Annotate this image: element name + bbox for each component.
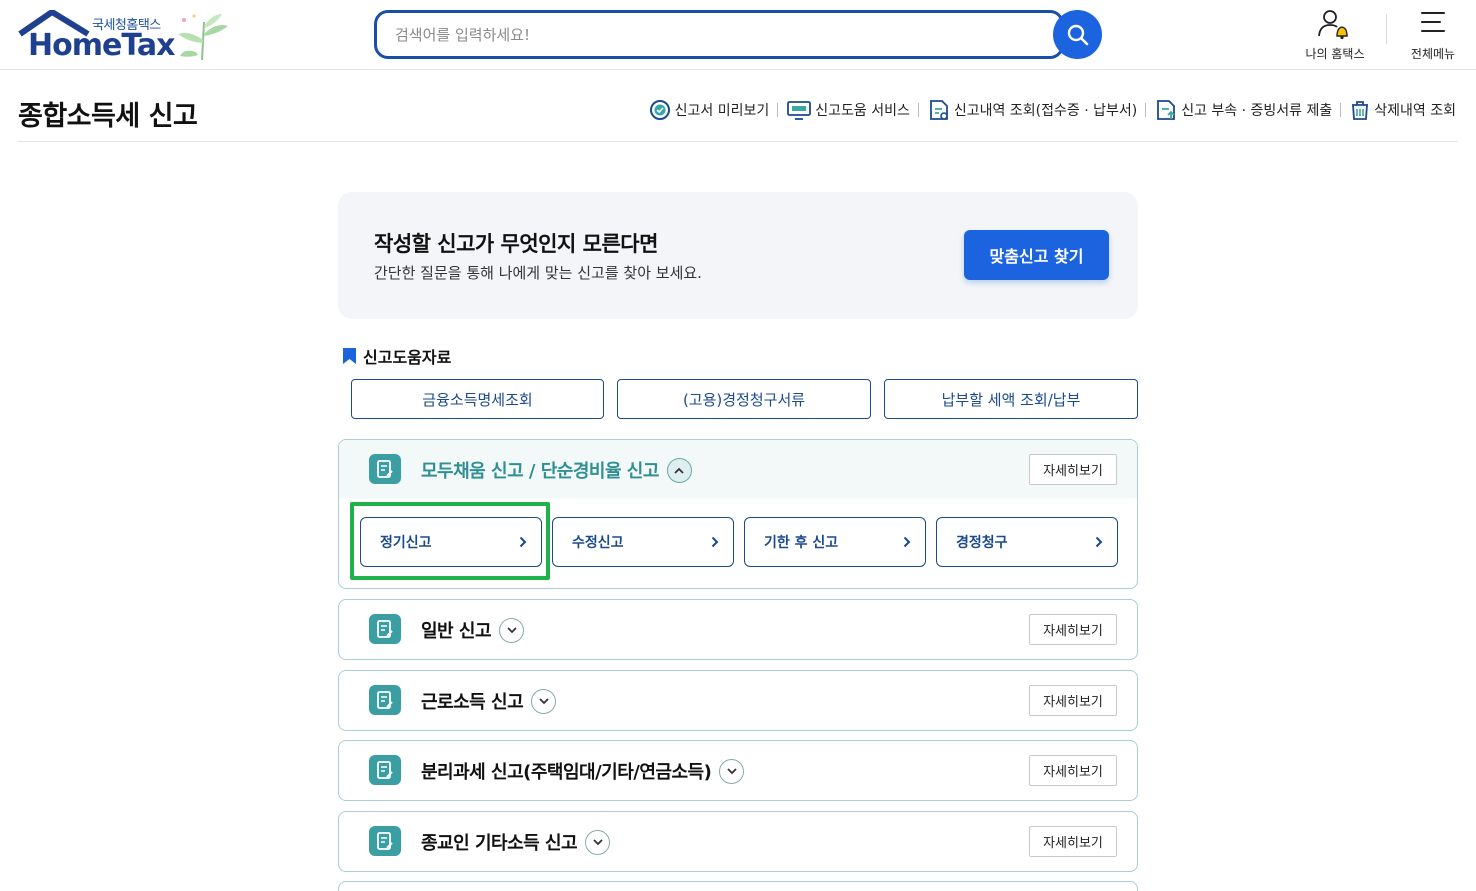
- all-menu-label: 전체메뉴: [1410, 47, 1456, 61]
- bookmark-icon: [343, 348, 356, 364]
- correction-claim-button[interactable]: 경정청구: [936, 517, 1118, 567]
- check-circle-icon: [649, 100, 670, 120]
- section-simple-filing: 모두채움 신고 / 단순경비율 신고 자세히보기 정기신고 수정신고 기한 후 …: [338, 439, 1138, 589]
- hometax-logo[interactable]: 국세청홈택스 HomeTax: [18, 10, 233, 63]
- top-header: 국세청홈택스 HomeTax 나의 홈택스: [0, 0, 1476, 70]
- search-button[interactable]: [1053, 10, 1102, 59]
- section-title-text: 종교인 기타소득 신고: [421, 833, 578, 854]
- search-bar: [374, 10, 1104, 59]
- section-title: 일반 신고: [421, 617, 525, 643]
- quick-link-preview[interactable]: 신고서 미리보기: [648, 98, 770, 122]
- quick-link-label: 신고서 미리보기: [674, 103, 770, 119]
- amended-filing-button[interactable]: 수정신고: [552, 517, 734, 567]
- document-pen-icon: [369, 685, 401, 715]
- sub-button-label: 수정신고: [572, 535, 624, 551]
- trash-icon: [1352, 101, 1369, 120]
- quick-links: 신고서 미리보기 신고도움 서비스 신고내역 조회(접수증 · 납부서) 신고 …: [648, 98, 1456, 122]
- financial-income-lookup-button[interactable]: 금융소득명세조회: [351, 379, 604, 419]
- divider: [917, 103, 919, 117]
- quick-link-history[interactable]: 신고내역 조회(접수증 · 납부서): [927, 98, 1137, 122]
- help-materials-title: 신고도움자료: [342, 344, 451, 368]
- divider: [1145, 103, 1147, 117]
- chevron-right-icon: [1095, 536, 1103, 548]
- chevron-down-icon[interactable]: [719, 758, 745, 784]
- section-title-text: 분리과세 신고(주택임대/기타/연금소득): [421, 762, 712, 783]
- section-title: 근로소득 신고: [421, 688, 557, 714]
- chevron-up-icon[interactable]: [666, 457, 692, 483]
- header-divider: [1386, 14, 1387, 44]
- view-details-button[interactable]: 자세히보기: [1029, 614, 1117, 645]
- section-separate-taxation[interactable]: 분리과세 신고(주택임대/기타/연금소득) 자세히보기: [338, 740, 1138, 801]
- title-divider: [18, 141, 1458, 142]
- divider: [1340, 103, 1342, 117]
- quick-link-label: 삭제내역 조회: [1374, 103, 1456, 119]
- late-filing-button[interactable]: 기한 후 신고: [744, 517, 926, 567]
- section-general-filing[interactable]: 일반 신고 자세히보기: [338, 599, 1138, 660]
- section-header[interactable]: 모두채움 신고 / 단순경비율 신고 자세히보기: [339, 440, 1137, 498]
- section-title-text: 일반 신고: [421, 621, 492, 642]
- find-custom-filing-button[interactable]: 맞춤신고 찾기: [964, 230, 1109, 280]
- divider: [777, 103, 779, 117]
- guide-subtext: 간단한 질문을 통해 나에게 맞는 신고를 찾아 보세요.: [374, 264, 702, 282]
- document-upload-icon: [1157, 100, 1176, 120]
- section-religious-income[interactable]: 종교인 기타소득 신고 자세히보기: [338, 811, 1138, 872]
- my-hometax-button[interactable]: 나의 홈택스: [1298, 8, 1372, 62]
- document-search-icon: [930, 100, 948, 120]
- hamburger-menu-icon: [1421, 12, 1445, 32]
- document-pen-icon: [369, 614, 401, 644]
- plant-icon: [178, 14, 228, 61]
- guide-heading: 작성할 신고가 무엇인지 모른다면: [374, 232, 658, 256]
- section-title-text: 모두채움 신고 / 단순경비율 신고: [421, 461, 659, 482]
- view-details-button[interactable]: 자세히보기: [1029, 755, 1117, 786]
- quick-link-help-service[interactable]: 신고도움 서비스: [786, 99, 910, 121]
- section-title-text: 근로소득 신고: [421, 692, 524, 713]
- section-title: 종교인 기타소득 신고: [421, 829, 611, 855]
- section-header[interactable]: 근로소득 신고 자세히보기: [339, 671, 1137, 729]
- quick-link-label: 신고 부속 · 증빙서류 제출: [1181, 103, 1333, 119]
- correction-claim-docs-button[interactable]: (고용)경정청구서류: [617, 379, 871, 419]
- document-pen-icon: [369, 454, 401, 484]
- document-pen-icon: [369, 755, 401, 785]
- view-details-button[interactable]: 자세히보기: [1029, 454, 1117, 485]
- search-input[interactable]: [395, 23, 1035, 47]
- chevron-down-icon[interactable]: [531, 688, 557, 714]
- user-bell-icon: [1318, 10, 1348, 40]
- sub-button-label: 기한 후 신고: [764, 535, 839, 551]
- chevron-right-icon: [519, 536, 527, 548]
- help-title-label: 신고도움자료: [363, 348, 452, 367]
- section-title: 모두채움 신고 / 단순경비율 신고: [421, 457, 692, 483]
- sub-button-label: 정기신고: [380, 535, 432, 551]
- search-icon: [1067, 24, 1088, 45]
- quick-link-label: 신고내역 조회(접수증 · 납부서): [953, 103, 1138, 119]
- section-next-partial[interactable]: [338, 881, 1138, 891]
- chevron-down-icon[interactable]: [499, 617, 525, 643]
- monitor-icon: [787, 101, 812, 120]
- document-pen-icon: [369, 826, 401, 856]
- view-details-button[interactable]: 자세히보기: [1029, 826, 1117, 857]
- section-header[interactable]: 종교인 기타소득 신고 자세히보기: [339, 812, 1137, 870]
- quick-link-label: 신고도움 서비스: [815, 103, 910, 119]
- all-menu-button[interactable]: 전체메뉴: [1402, 8, 1464, 62]
- page-title: 종합소득세 신고: [18, 101, 198, 132]
- chevron-down-icon[interactable]: [585, 829, 611, 855]
- chevron-right-icon: [903, 536, 911, 548]
- view-details-button[interactable]: 자세히보기: [1029, 685, 1117, 716]
- quick-link-deleted[interactable]: 삭제내역 조회: [1349, 98, 1456, 122]
- search-box: [374, 10, 1064, 59]
- guide-banner: 작성할 신고가 무엇인지 모른다면 간단한 질문을 통해 나에게 맞는 신고를 …: [338, 192, 1138, 319]
- section-header[interactable]: 분리과세 신고(주택임대/기타/연금소득) 자세히보기: [339, 741, 1137, 799]
- chevron-right-icon: [711, 536, 719, 548]
- section-title: 분리과세 신고(주택임대/기타/연금소득): [421, 758, 745, 784]
- regular-filing-button[interactable]: 정기신고: [360, 517, 542, 567]
- logo-english-text: HomeTax: [28, 28, 176, 63]
- section-header[interactable]: 일반 신고 자세히보기: [339, 600, 1137, 658]
- quick-link-attachments[interactable]: 신고 부속 · 증빙서류 제출: [1154, 98, 1332, 122]
- section-earned-income[interactable]: 근로소득 신고 자세히보기: [338, 670, 1138, 731]
- my-hometax-label: 나의 홈택스: [1305, 47, 1365, 61]
- sub-button-label: 경정청구: [956, 535, 1008, 551]
- tax-payment-lookup-button[interactable]: 납부할 세액 조회/납부: [884, 379, 1138, 419]
